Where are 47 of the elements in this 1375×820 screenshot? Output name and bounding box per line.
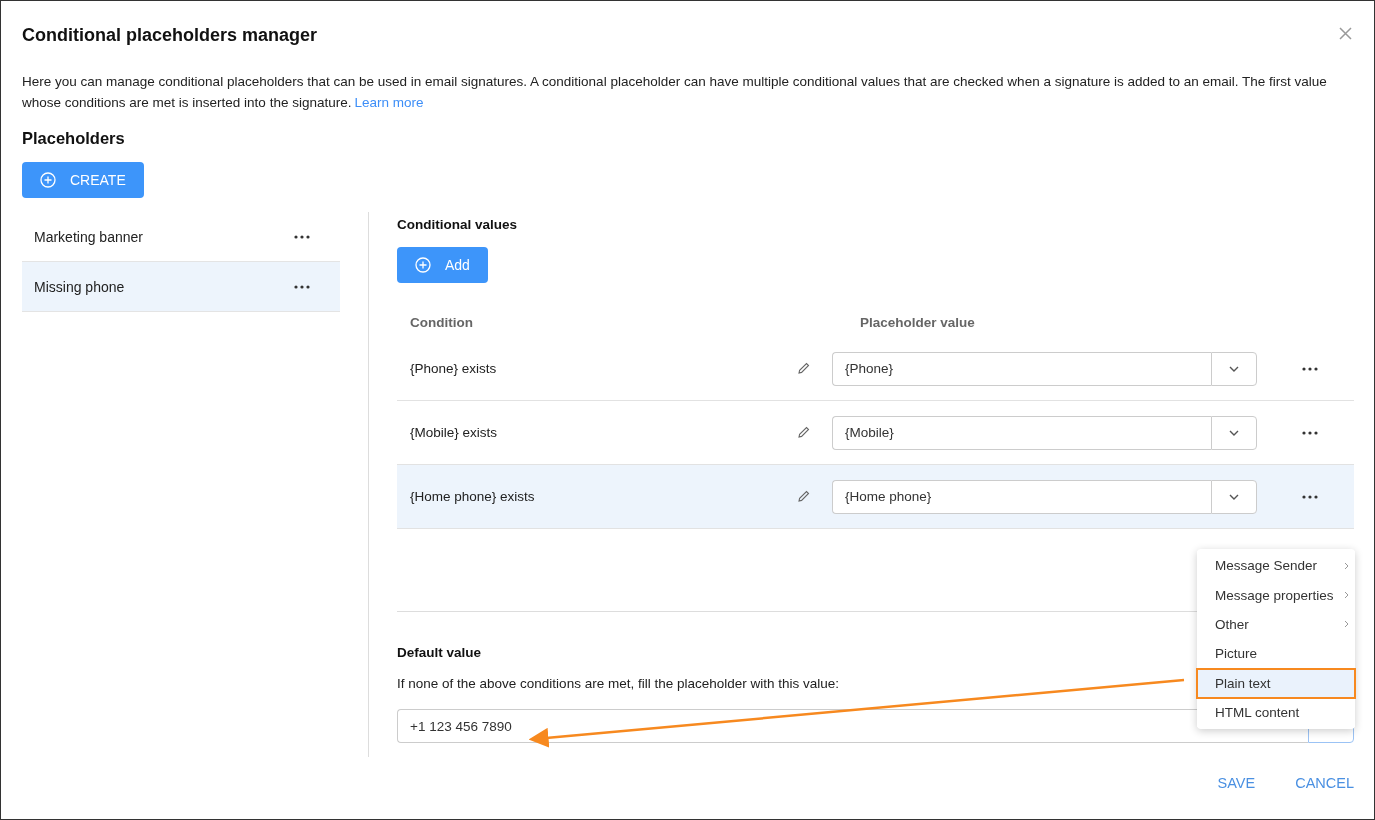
condition-text: {Phone} exists (410, 361, 497, 376)
value-field[interactable]: {Mobile} (832, 415, 1211, 450)
menu-item-label: Other (1215, 616, 1249, 632)
section-heading: Default value (397, 645, 482, 660)
placeholder-list-item[interactable]: Missing phone (22, 262, 340, 312)
description-text: Here you can manage conditional placeholders that can be used in email signatures. A conditional placeholder can have multiple conditional values that are checked when a signature is added to an email. The first value whose conditions are met is inserted into the signature. Learn more (22, 73, 1328, 112)
chevron-down-icon (1229, 493, 1239, 500)
chevron-right-icon (1344, 561, 1349, 570)
menu-item[interactable]: Message properties (1197, 580, 1355, 610)
section-heading: Placeholders (22, 129, 126, 148)
pencil-icon[interactable] (797, 426, 810, 439)
menu-item-label: Message properties (1215, 587, 1334, 603)
more-icon (1302, 494, 1318, 499)
column-header: Placeholder value (860, 315, 976, 332)
plus-circle-icon (40, 172, 56, 188)
menu-item[interactable]: Plain text (1197, 668, 1355, 698)
more-icon (294, 284, 310, 289)
chevron-right-icon (1344, 591, 1349, 600)
close-button[interactable] (1337, 25, 1354, 42)
menu-item[interactable]: Other (1197, 609, 1355, 640)
menu-item-label: Message Sender (1215, 558, 1318, 574)
pencil-icon[interactable] (797, 490, 810, 503)
placeholder-name: Missing phone (34, 278, 125, 295)
more-icon (1302, 366, 1318, 371)
plus-circle-icon (415, 257, 431, 273)
condition-text: {Mobile} exists (410, 425, 498, 440)
more-icon (294, 234, 310, 239)
dialog-title: Conditional placeholders manager (22, 25, 318, 46)
close-icon (1339, 27, 1352, 40)
column-header: Condition (410, 315, 474, 332)
hint-text: If none of the above conditions are met, fill the placeholder with this value: (397, 676, 839, 691)
menu-item[interactable]: Message Sender (1197, 551, 1355, 581)
menu-item[interactable]: HTML content (1197, 697, 1355, 728)
condition-row[interactable]: {Home phone} exists {Home phone} (397, 465, 1354, 529)
pencil-icon[interactable] (797, 362, 810, 375)
chevron-down-icon (1229, 365, 1239, 372)
section-heading: Conditional values (397, 217, 518, 232)
condition-text: {Home phone} exists (410, 489, 535, 504)
chevron-down-icon (1229, 429, 1239, 436)
chevron-right-icon (1344, 620, 1349, 629)
value-field[interactable]: {Phone} (832, 351, 1211, 386)
menu-item-label: Plain text (1215, 675, 1271, 691)
placeholder-name: Marketing banner (34, 228, 143, 245)
menu-item-label: Picture (1215, 646, 1258, 662)
more-icon (1302, 430, 1318, 435)
menu-item[interactable]: Picture (1197, 639, 1355, 669)
value-field[interactable]: {Home phone} (832, 479, 1211, 514)
